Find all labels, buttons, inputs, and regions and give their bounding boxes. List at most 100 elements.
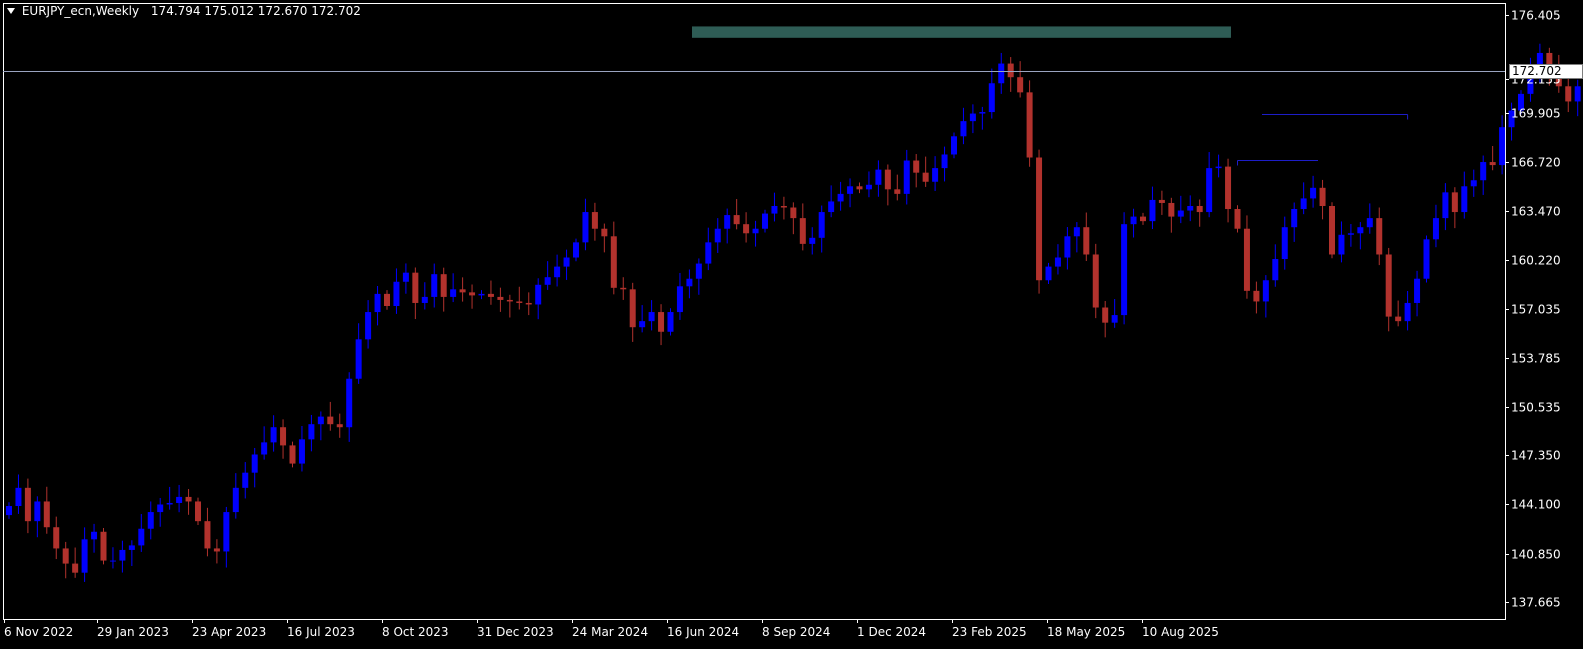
y-tick-label: 176.405 <box>1511 9 1561 23</box>
candle-body <box>714 228 721 243</box>
candle-body <box>1499 127 1506 166</box>
candle-body <box>790 207 797 219</box>
candle-body <box>1310 187 1317 199</box>
candle-body <box>724 215 731 229</box>
candle-body <box>223 512 230 552</box>
candle-body <box>185 496 192 502</box>
candle-body <box>1432 218 1439 240</box>
y-tick-label: 169.905 <box>1511 107 1561 121</box>
candle-body <box>799 218 806 244</box>
x-tick-label: 10 Aug 2025 <box>1142 625 1219 639</box>
candle-body <box>1045 266 1052 281</box>
candle-body <box>393 281 400 306</box>
candle-body <box>563 257 570 267</box>
candle-body <box>969 113 976 122</box>
candle-body <box>6 506 12 516</box>
x-tick-label: 23 Apr 2023 <box>192 625 266 639</box>
candle-body <box>1423 239 1430 279</box>
candle-body <box>1253 290 1260 302</box>
candle-body <box>639 321 646 328</box>
candle-body <box>894 189 901 194</box>
candle-body <box>1281 227 1288 260</box>
candle-body <box>544 277 551 285</box>
candle-body <box>695 263 702 279</box>
candle-body <box>941 154 948 169</box>
candle-body <box>53 527 60 549</box>
candle-body <box>1414 278 1421 303</box>
candle-body <box>1083 227 1090 255</box>
candle-body <box>1329 205 1335 255</box>
candle-body <box>535 284 542 305</box>
candle-body <box>667 312 674 332</box>
candle-body <box>922 172 929 182</box>
candle-body <box>771 205 778 214</box>
candle-body <box>1007 63 1014 78</box>
candle-body <box>138 528 145 546</box>
candle-body <box>865 184 872 190</box>
candle-body <box>242 472 249 488</box>
candle-body <box>903 160 910 194</box>
candle-body <box>1338 234 1345 255</box>
candle-body <box>686 278 693 287</box>
candle-body <box>847 186 854 194</box>
price-chart[interactable]: 176.405172.155169.905166.720163.470160.2… <box>0 0 1583 649</box>
candle-body <box>34 501 41 522</box>
candle-body <box>62 548 69 564</box>
candle-body <box>204 521 211 549</box>
candle-body <box>780 205 787 208</box>
candle-body <box>119 549 126 561</box>
candle-body <box>979 112 986 114</box>
candle-body <box>932 168 939 182</box>
candle-body <box>762 213 768 229</box>
candle-body <box>459 289 466 293</box>
candle-body <box>676 286 683 313</box>
candle-body <box>91 531 98 540</box>
candle-body <box>128 545 135 550</box>
candle-body <box>109 560 116 562</box>
candle-body <box>298 439 305 464</box>
candle-body <box>431 274 438 297</box>
candle-body <box>1347 233 1354 235</box>
candle-body <box>213 548 220 552</box>
candle-body <box>327 416 334 425</box>
candle-body <box>516 301 523 303</box>
candle-body <box>828 201 835 213</box>
candle-body <box>648 312 655 322</box>
candle-body <box>280 427 287 446</box>
candle-body <box>1102 307 1109 323</box>
chart-window[interactable]: 176.405 172.155 169.905 166.720 163.470 160.2… <box>0 0 1583 649</box>
candle-body <box>1461 186 1468 213</box>
candle-body <box>818 212 825 238</box>
candle-body <box>421 296 428 303</box>
candle-body <box>1158 199 1165 203</box>
candle-body <box>573 242 579 258</box>
x-tick-label: 29 Jan 2023 <box>97 625 169 639</box>
candle-body <box>308 424 315 440</box>
candle-body <box>601 228 608 237</box>
candle-body <box>1111 315 1118 323</box>
candle-body <box>402 272 409 282</box>
candle-body <box>1565 86 1572 102</box>
candle-body <box>487 293 494 297</box>
candle-body <box>752 228 759 234</box>
candle-body <box>856 186 863 190</box>
x-tick-label: 1 Dec 2024 <box>857 625 926 639</box>
dropdown-triangle-icon[interactable] <box>7 7 15 14</box>
candle-body <box>1319 187 1326 206</box>
candle-body <box>1177 210 1184 217</box>
candle-body <box>610 236 617 288</box>
candle-body <box>1073 227 1080 237</box>
candle-body <box>1291 209 1298 228</box>
candle-body <box>1376 218 1383 255</box>
candle-body <box>232 487 239 513</box>
candle-body <box>1366 218 1373 228</box>
candle-body <box>1206 168 1213 213</box>
candle-body <box>913 160 920 173</box>
candle-body <box>346 378 353 428</box>
x-tick-label: 18 May 2025 <box>1047 625 1125 639</box>
candle-body <box>837 193 844 202</box>
candle-body <box>166 502 173 505</box>
candle-body <box>1121 224 1128 316</box>
y-tick-label: 160.220 <box>1511 254 1561 268</box>
candle-body <box>554 266 561 278</box>
